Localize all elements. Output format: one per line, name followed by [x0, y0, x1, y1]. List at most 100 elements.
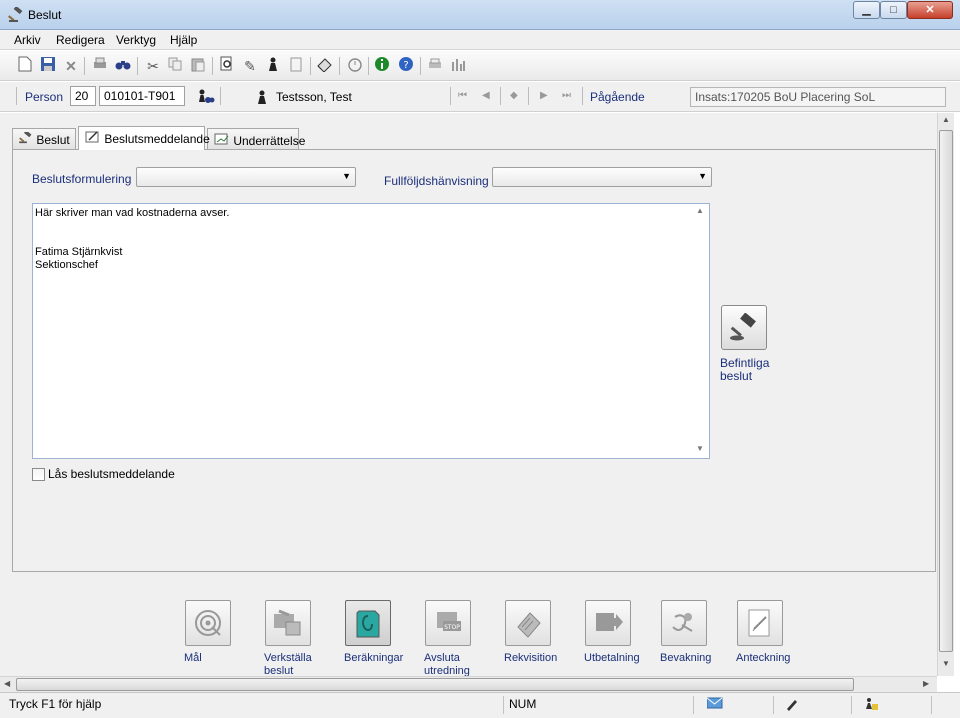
chart-icon[interactable] [448, 56, 468, 76]
tab-beslutsmeddelande[interactable]: Beslutsmeddelande [78, 126, 210, 150]
mal-label: Mål [184, 652, 202, 664]
toolbar-separator [84, 57, 85, 75]
utbetalning-button[interactable] [585, 600, 631, 646]
scroll-thumb[interactable] [939, 130, 953, 652]
last-record-icon[interactable]: ⏭ [562, 90, 571, 101]
scroll-up-icon[interactable]: ▲ [696, 206, 704, 215]
message-textarea[interactable]: Här skriver man vad kostnaderna avser. F… [32, 203, 710, 459]
vertical-scrollbar[interactable]: ▲ ▼ [937, 113, 954, 676]
anteckning-button[interactable] [737, 600, 783, 646]
bevakning-label: Bevakning [660, 652, 712, 664]
avsluta-label: Avsluta utredning [424, 652, 470, 676]
status-mail[interactable] [694, 696, 774, 714]
bevakning-button[interactable] [661, 600, 707, 646]
printer-icon[interactable] [425, 56, 445, 76]
scroll-down-icon[interactable]: ▼ [942, 659, 950, 668]
scroll-left-icon[interactable]: ◀ [4, 679, 10, 688]
person-number-field[interactable]: 010101-T901 [99, 86, 185, 106]
textarea-scrollbar[interactable]: ▲ ▼ [693, 204, 709, 458]
lock-person-icon [857, 698, 879, 714]
status-bar: Tryck F1 för hjälp NUM [0, 692, 960, 718]
bar-separator [500, 87, 501, 105]
menu-redigera[interactable]: Redigera [56, 33, 105, 47]
document-search-icon[interactable] [217, 56, 237, 76]
clipboard-icon[interactable] [286, 56, 306, 76]
maximize-button[interactable]: □ [880, 1, 907, 19]
person-label: Person [25, 90, 64, 104]
mal-button[interactable] [185, 600, 231, 646]
lock-checkbox[interactable] [32, 468, 45, 481]
status-pen[interactable] [774, 696, 852, 714]
toolbar-separator [420, 57, 421, 75]
calculation-icon [353, 610, 383, 642]
payment-icon [592, 613, 624, 642]
bar-separator [220, 87, 221, 105]
execute-icon [271, 609, 305, 642]
new-icon[interactable] [15, 56, 35, 76]
person-search-icon[interactable] [197, 88, 215, 109]
formulering-label: Beslutsformulering [32, 172, 132, 186]
case-status: Pågående [590, 90, 645, 104]
toolbar-separator [310, 57, 311, 75]
current-record-icon[interactable]: ◆ [510, 90, 518, 101]
edit-document-icon [85, 131, 101, 146]
scroll-up-icon[interactable]: ▲ [942, 115, 950, 124]
toolbar-separator [339, 57, 340, 75]
copy-icon[interactable] [165, 56, 185, 76]
toolbar-separator [212, 57, 213, 75]
timer-icon[interactable] [345, 56, 365, 76]
window-title: Beslut [28, 8, 62, 22]
cut-icon[interactable]: ✂ [143, 56, 163, 76]
person-icon[interactable] [263, 56, 283, 76]
binoculars-icon[interactable] [113, 56, 133, 76]
delete-icon[interactable]: ✕ [61, 56, 81, 76]
pin-icon[interactable]: ✎ [240, 56, 260, 76]
minimize-button[interactable]: ▁ [853, 1, 880, 19]
horizontal-scrollbar[interactable]: ◀ ▶ [0, 676, 937, 692]
info-icon[interactable] [372, 56, 392, 76]
text-line: Sektionschef [35, 259, 98, 271]
avsluta-button[interactable]: STOP [425, 600, 471, 646]
person-bar: Person 20 010101-T901 Testsson, Test ⏮ ◀… [0, 82, 960, 112]
formulering-select[interactable]: ▼ [136, 167, 356, 187]
help-icon[interactable]: ? [396, 56, 416, 76]
rekvisition-button[interactable] [505, 600, 551, 646]
berakningar-button[interactable] [345, 600, 391, 646]
scroll-right-icon[interactable]: ▶ [923, 679, 929, 688]
menu-verktyg[interactable]: Verktyg [116, 33, 156, 47]
save-icon[interactable] [38, 56, 58, 76]
toolbar: ✕ ✂ ✎ ? [0, 51, 960, 81]
lock-label: Lås beslutsmeddelande [48, 467, 175, 481]
person-icon [255, 89, 269, 108]
text-line [35, 233, 707, 246]
note-icon [744, 609, 776, 642]
tab-label: Underrättelse [233, 134, 306, 148]
fullfoljd-select[interactable]: ▼ [492, 167, 712, 187]
requisition-icon [512, 612, 544, 642]
bar-separator [16, 87, 17, 105]
gavel-icon [19, 130, 33, 147]
eraser-icon[interactable] [315, 56, 335, 76]
verkstalla-button[interactable] [265, 600, 311, 646]
century-field[interactable]: 20 [70, 86, 96, 106]
mail-icon [699, 697, 723, 712]
next-record-icon[interactable]: ▶ [540, 90, 548, 101]
close-button[interactable]: ✕ [907, 1, 953, 19]
verkstalla-label: Verkställa beslut [264, 652, 312, 676]
watch-icon [668, 613, 700, 642]
menu-bar: Arkiv Redigera Verktyg Hjälp [0, 30, 960, 50]
menu-hjalp[interactable]: Hjälp [170, 33, 197, 47]
paste-icon[interactable] [188, 56, 208, 76]
existing-decisions-button[interactable] [721, 305, 767, 350]
tab-underrattelse[interactable]: Underrättelse [207, 128, 305, 149]
tab-label: Beslut [36, 133, 70, 147]
menu-arkiv[interactable]: Arkiv [14, 33, 41, 47]
scroll-thumb[interactable] [16, 678, 854, 691]
scroll-down-icon[interactable]: ▼ [696, 444, 704, 453]
bar-separator [582, 87, 583, 105]
status-lock[interactable] [852, 696, 932, 714]
print-icon[interactable] [90, 56, 110, 76]
prev-record-icon[interactable]: ◀ [482, 90, 490, 101]
tab-beslut[interactable]: Beslut [12, 128, 76, 149]
first-record-icon[interactable]: ⏮ [458, 90, 467, 101]
